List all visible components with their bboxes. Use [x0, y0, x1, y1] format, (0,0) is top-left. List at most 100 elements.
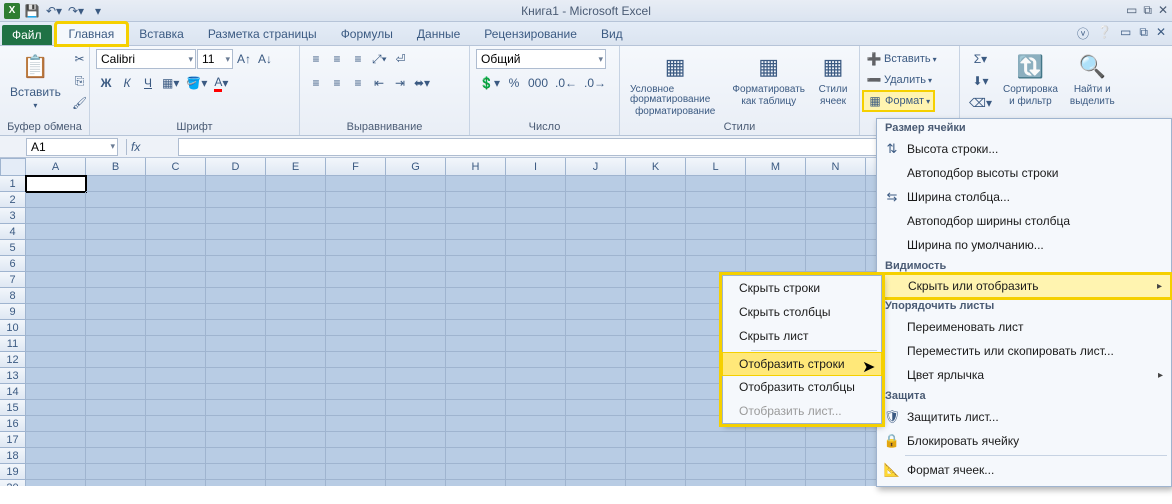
undo-icon[interactable]: ↶▾: [44, 2, 64, 20]
cell[interactable]: [26, 448, 86, 464]
cell[interactable]: [266, 400, 326, 416]
row-header[interactable]: 6: [0, 256, 26, 272]
cell[interactable]: [746, 256, 806, 272]
cell[interactable]: [266, 336, 326, 352]
row-header[interactable]: 18: [0, 448, 26, 464]
cell[interactable]: [26, 272, 86, 288]
cell[interactable]: [206, 240, 266, 256]
cell[interactable]: [146, 384, 206, 400]
cell[interactable]: [686, 256, 746, 272]
cell[interactable]: [146, 192, 206, 208]
cell[interactable]: [266, 224, 326, 240]
cell[interactable]: [746, 192, 806, 208]
cell[interactable]: [566, 256, 626, 272]
italic-button[interactable]: К: [117, 73, 137, 93]
cell[interactable]: [326, 384, 386, 400]
cell[interactable]: [566, 448, 626, 464]
cell[interactable]: [566, 208, 626, 224]
cell[interactable]: [146, 432, 206, 448]
cell[interactable]: [386, 240, 446, 256]
cell[interactable]: [326, 176, 386, 192]
cell[interactable]: [386, 320, 446, 336]
cell[interactable]: [26, 416, 86, 432]
cell[interactable]: [206, 224, 266, 240]
cell[interactable]: [146, 256, 206, 272]
cell[interactable]: [266, 464, 326, 480]
restore-icon[interactable]: ⧉: [1143, 3, 1152, 18]
cell[interactable]: [446, 208, 506, 224]
cell[interactable]: [806, 240, 866, 256]
cell[interactable]: [146, 416, 206, 432]
tab-review[interactable]: Рецензирование: [472, 24, 589, 45]
cell[interactable]: [386, 256, 446, 272]
cell[interactable]: [506, 480, 566, 486]
cell[interactable]: [626, 224, 686, 240]
cell[interactable]: [386, 352, 446, 368]
column-header[interactable]: J: [566, 158, 626, 176]
bold-button[interactable]: Ж: [96, 73, 116, 93]
row-header[interactable]: 14: [0, 384, 26, 400]
cell[interactable]: [206, 208, 266, 224]
column-header[interactable]: H: [446, 158, 506, 176]
column-header[interactable]: I: [506, 158, 566, 176]
cell[interactable]: [86, 368, 146, 384]
cell[interactable]: [86, 480, 146, 486]
cell[interactable]: [86, 272, 146, 288]
cell[interactable]: [146, 368, 206, 384]
cell[interactable]: [386, 400, 446, 416]
cell[interactable]: [566, 176, 626, 192]
cell[interactable]: [206, 176, 266, 192]
cell[interactable]: [566, 464, 626, 480]
cell[interactable]: [326, 320, 386, 336]
cell[interactable]: [326, 352, 386, 368]
cell[interactable]: [326, 368, 386, 384]
cell[interactable]: [86, 224, 146, 240]
cell[interactable]: [746, 464, 806, 480]
qat-customize-icon[interactable]: ▾: [88, 2, 108, 20]
cell[interactable]: [566, 352, 626, 368]
row-header[interactable]: 11: [0, 336, 26, 352]
fx-icon[interactable]: fx: [131, 140, 140, 154]
sort-filter-button[interactable]: 🔃 Сортировка и фильтр: [999, 49, 1062, 109]
cell[interactable]: [566, 432, 626, 448]
cell[interactable]: [326, 288, 386, 304]
cell[interactable]: [146, 176, 206, 192]
cell[interactable]: [206, 464, 266, 480]
cell[interactable]: [26, 256, 86, 272]
cell[interactable]: [506, 400, 566, 416]
cell[interactable]: [266, 480, 326, 486]
row-header[interactable]: 16: [0, 416, 26, 432]
align-bottom-icon[interactable]: ≡: [348, 49, 368, 69]
column-header[interactable]: K: [626, 158, 686, 176]
cell[interactable]: [566, 272, 626, 288]
menu-move-copy-sheet[interactable]: Переместить или скопировать лист...: [877, 339, 1171, 363]
cell[interactable]: [326, 224, 386, 240]
cell[interactable]: [566, 336, 626, 352]
cell[interactable]: [746, 176, 806, 192]
menu-lock-cell[interactable]: 🔒Блокировать ячейку: [877, 429, 1171, 453]
cell[interactable]: [266, 192, 326, 208]
cell[interactable]: [146, 480, 206, 486]
cell[interactable]: [86, 464, 146, 480]
cell[interactable]: [146, 400, 206, 416]
row-header[interactable]: 4: [0, 224, 26, 240]
cell[interactable]: [146, 304, 206, 320]
row-header[interactable]: 9: [0, 304, 26, 320]
cell[interactable]: [146, 464, 206, 480]
excel-icon[interactable]: X: [4, 3, 20, 19]
column-header[interactable]: L: [686, 158, 746, 176]
row-header[interactable]: 20: [0, 480, 26, 486]
cell[interactable]: [506, 432, 566, 448]
orientation-icon[interactable]: ⤢▾: [369, 49, 390, 69]
cell[interactable]: [206, 304, 266, 320]
cell[interactable]: [326, 192, 386, 208]
cell[interactable]: [86, 400, 146, 416]
cell[interactable]: [206, 272, 266, 288]
cell[interactable]: [446, 416, 506, 432]
cell[interactable]: [86, 304, 146, 320]
cell[interactable]: [446, 464, 506, 480]
cell[interactable]: [626, 176, 686, 192]
cell[interactable]: [506, 384, 566, 400]
row-header[interactable]: 5: [0, 240, 26, 256]
cell[interactable]: [446, 320, 506, 336]
